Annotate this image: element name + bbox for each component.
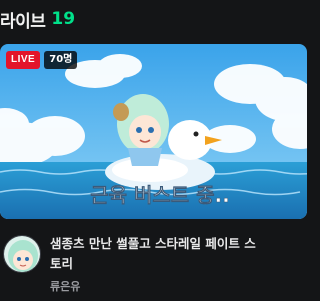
stream-thumbnail[interactable]: 근육 버스트 중.. LIVE 70명 <box>0 44 307 219</box>
live-badge: LIVE <box>6 51 41 69</box>
channel-avatar[interactable] <box>3 235 41 273</box>
viewer-count-badge: 70명 <box>44 51 78 69</box>
section-header: 라이브 19 <box>0 6 75 32</box>
thumbnail-illustration: 근육 버스트 중.. <box>0 44 307 219</box>
section-title: 라이브 <box>0 11 46 32</box>
stream-title-line1: 샘종츠 만난 썰풀고 스타레일 페이트 스 <box>50 236 256 251</box>
stream-info: 샘종츠 만난 썰풀고 스타레일 페이트 스 토리 류은유 <box>0 228 307 298</box>
overlay-caption: 근육 버스트 중.. <box>90 183 230 207</box>
thumbnail-badges: LIVE 70명 <box>6 51 78 69</box>
stream-title-line2: 토리 <box>50 256 74 271</box>
stream-title[interactable]: 샘종츠 만난 썰풀고 스타레일 페이트 스 토리 <box>50 234 307 274</box>
live-count: 19 <box>51 9 76 29</box>
channel-name[interactable]: 류은유 <box>50 278 80 294</box>
avatar-image <box>4 236 40 272</box>
